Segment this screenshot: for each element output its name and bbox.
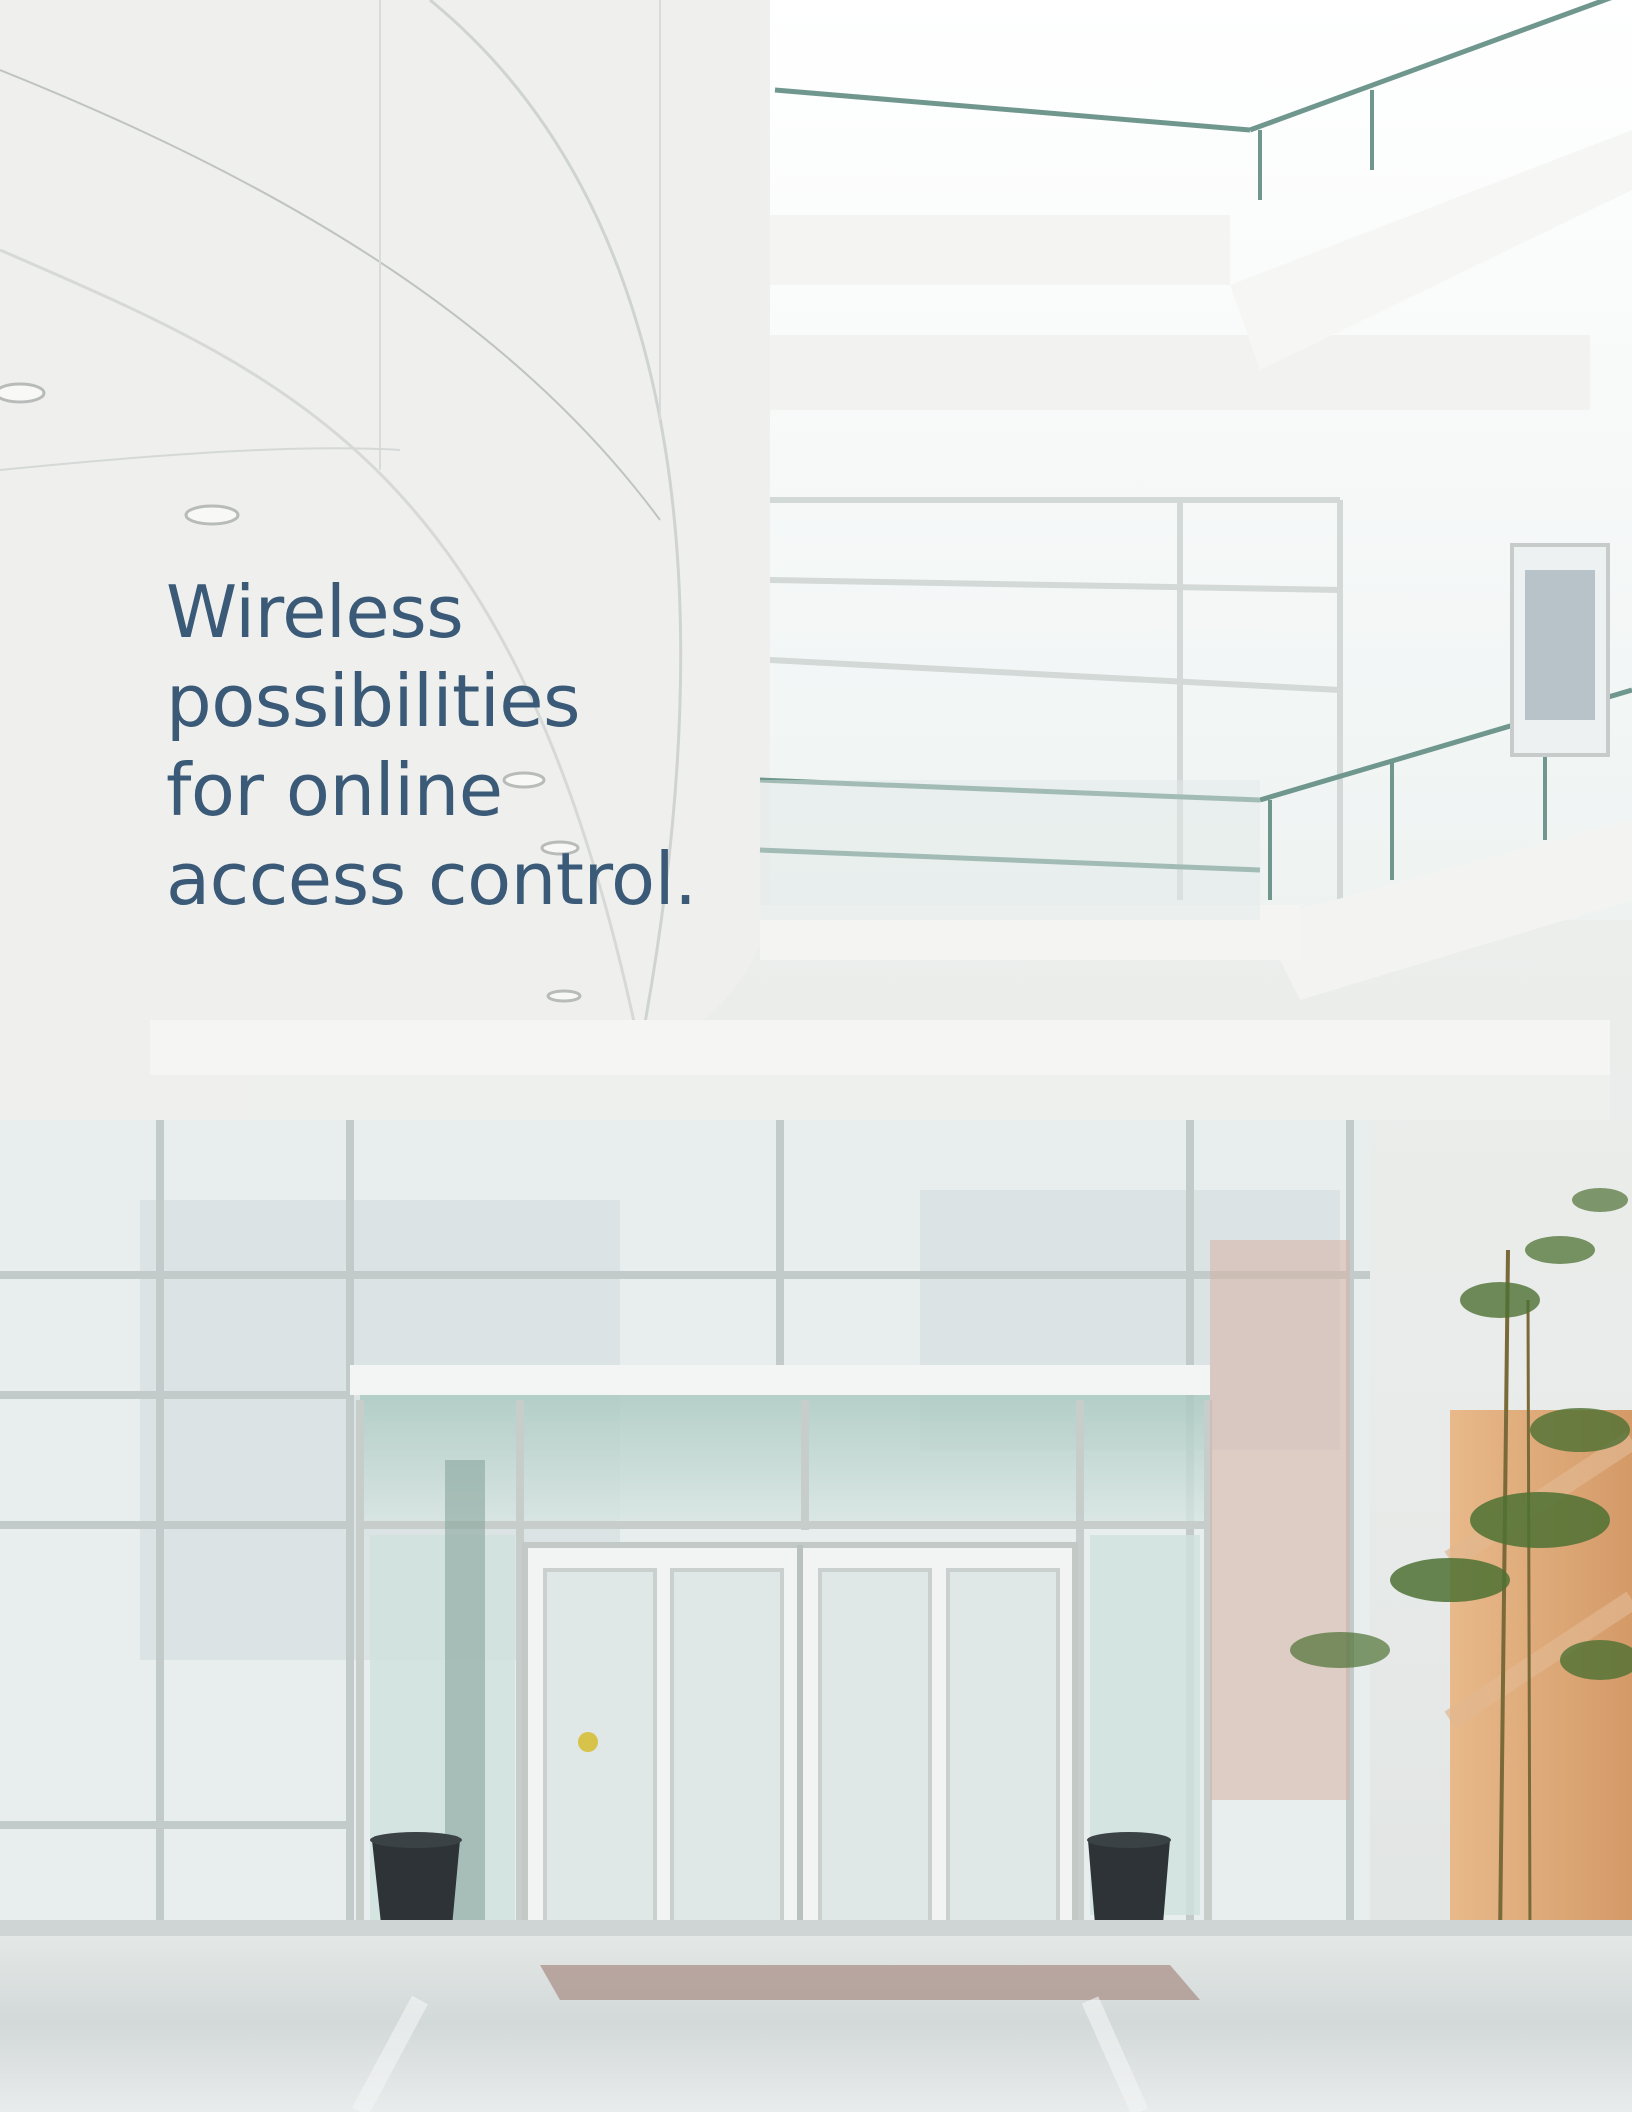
entrance-doors — [522, 1542, 1078, 1963]
headline-line-1: Wireless — [166, 570, 464, 654]
brochure-page: Wireless possibilities for online access… — [0, 0, 1632, 2112]
entrance-vestibule-canopy — [350, 1365, 1210, 1395]
entrance-mat — [540, 1965, 1200, 2000]
lower-ceiling-beam — [150, 1020, 1610, 1075]
headline: Wireless possibilities for online access… — [166, 568, 726, 924]
headline-line-2: possibilities — [166, 659, 581, 743]
brick-wall — [1210, 1240, 1350, 1800]
polished-floor — [0, 1935, 1632, 2112]
headline-line-4: access control. — [166, 837, 697, 921]
headline-line-3: for online — [166, 748, 503, 832]
atrium-lobby-photo — [0, 0, 1632, 2112]
upper-balcony-slab — [770, 215, 1230, 285]
